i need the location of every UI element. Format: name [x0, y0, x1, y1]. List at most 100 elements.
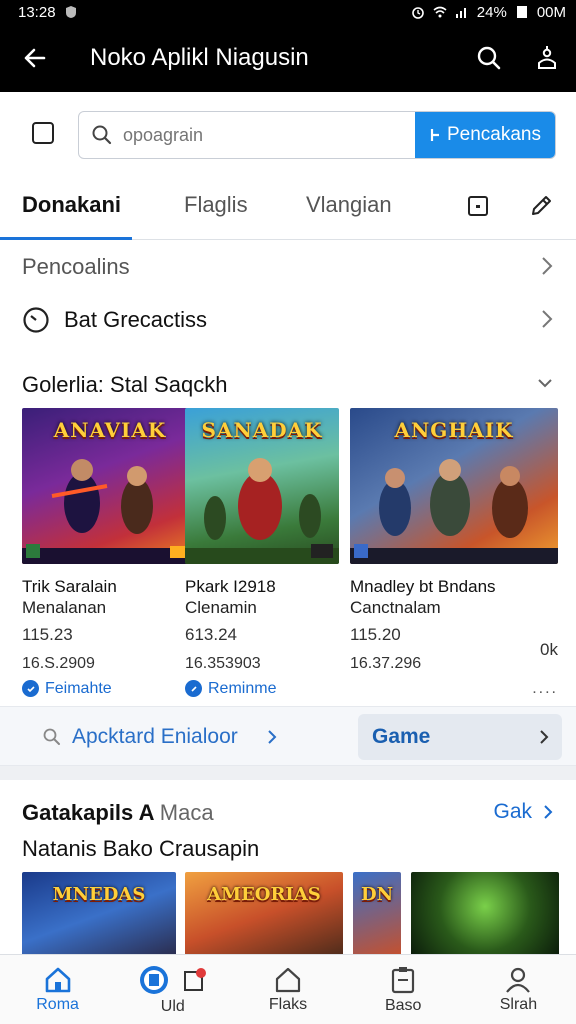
thumb-logo: MNEDAS	[52, 884, 146, 905]
game-date: 16.353903	[185, 655, 261, 672]
pencil-icon	[532, 196, 551, 215]
game-name: Mnadley bt Bndans	[350, 577, 496, 596]
battery-icon	[516, 6, 527, 18]
chevron-right-icon	[540, 730, 549, 744]
check-badge-icon	[22, 680, 39, 697]
game-thumbnail[interactable]: MNEDAS	[22, 872, 176, 958]
profile-icon	[506, 967, 531, 993]
game-thumbnail[interactable]: AMEORIAS	[185, 872, 343, 958]
more-options-button[interactable]: ....	[532, 678, 558, 699]
game-subtitle: Clenamin	[185, 598, 257, 617]
action-strip: Apcktard Enialoor Game	[0, 706, 576, 766]
nav-item-baso[interactable]: Baso	[346, 955, 461, 1024]
wifi-icon	[433, 6, 447, 18]
status-time: 13:28	[18, 3, 56, 21]
section-subtitle: Natanis Bako Crausapin	[22, 836, 260, 861]
game-card[interactable]: ANAVIAK Trik Saralain Menalanan 115.23 1…	[22, 408, 198, 699]
home-icon	[45, 967, 70, 992]
list-row-pencoalins[interactable]: Pencoalins	[0, 242, 576, 292]
game-price: 613.24	[185, 625, 237, 644]
page-title: Noko Aplikl Niagusin	[90, 44, 309, 71]
nav-label: Slrah	[499, 995, 538, 1013]
list-row-bat-grecactiss[interactable]: Bat Grecactiss	[0, 295, 576, 345]
game-link-label: Feimahte	[45, 680, 112, 697]
game-thumbnail[interactable]	[411, 872, 559, 958]
house-outline-icon	[275, 967, 301, 992]
search-box: Pencakans	[78, 111, 556, 159]
chevron-right-icon	[268, 730, 277, 744]
clock-icon	[23, 307, 49, 333]
game-link[interactable]: Reminme	[185, 678, 339, 699]
tab-donakani[interactable]: Donakani	[22, 192, 121, 218]
row-label: Pencoalins	[22, 254, 130, 279]
game-date: 16.S.2909	[22, 655, 95, 672]
game-subtitle: Canctnalam	[350, 598, 441, 617]
tab-vlangian[interactable]: Vlangian	[306, 192, 392, 218]
game-subtitle: Menalanan	[22, 598, 107, 617]
game-name: Trik Saralain	[22, 577, 117, 596]
game-art	[22, 459, 198, 564]
box-icon	[468, 196, 488, 216]
search-row: Pencakans	[0, 92, 576, 178]
section-title-light: Maca	[159, 800, 214, 825]
search-input[interactable]	[123, 124, 403, 146]
section-title: Golerlia: Stal Saqckh	[22, 372, 228, 397]
notification-icon	[183, 967, 206, 991]
game-card[interactable]: ANGHAIK Mnadley bt Bndans Canctnalam 115…	[350, 408, 558, 697]
user-share-icon	[538, 46, 556, 69]
back-button[interactable]	[0, 24, 70, 92]
nav-item-uld[interactable]: Uld	[115, 955, 230, 1024]
section-title: Gatakapils A Maca	[22, 800, 214, 826]
nav-label: Flaks	[268, 995, 308, 1013]
nav-label: Uld	[160, 997, 185, 1015]
game-thumbnail[interactable]: DN	[353, 872, 401, 958]
game-button[interactable]: Game	[358, 714, 562, 760]
clipboard-icon	[392, 966, 415, 993]
status-bar: 13:28 24% 00M	[0, 0, 576, 24]
thumb-logo: AMEORIAS	[207, 884, 321, 905]
search-button-label: Pencakans	[446, 124, 541, 145]
game-date: 16.37.296	[350, 655, 422, 672]
box-button[interactable]	[460, 188, 496, 224]
section-title-bold: Gatakapils A	[22, 800, 154, 825]
status-extra: 00M	[536, 3, 566, 21]
select-checkbox[interactable]	[32, 122, 54, 144]
game-price: 115.23	[22, 625, 73, 644]
apcktard-link[interactable]: Apcktard Enialoor	[16, 715, 346, 759]
nav-item-flaks[interactable]: Flaks	[230, 955, 345, 1024]
game-link-label: Reminme	[208, 680, 277, 697]
chevron-down-icon[interactable]	[536, 376, 554, 390]
cursor-icon	[430, 129, 439, 141]
signal-icon	[455, 8, 466, 18]
tab-flaglis[interactable]: Flaglis	[184, 192, 248, 218]
battery-percent: 24%	[476, 3, 507, 21]
search-icon	[43, 728, 60, 745]
game-card[interactable]: SANADAK Pkark I2918 Clenamin 613.24 16.3…	[185, 408, 339, 699]
chevron-right-icon	[542, 310, 553, 328]
see-more-label: Gak	[493, 800, 532, 823]
game-size: 0k	[540, 640, 558, 659]
game-cover-image: ANGHAIK	[350, 408, 558, 564]
share-button[interactable]	[518, 24, 576, 92]
active-tab-indicator	[0, 237, 132, 240]
search-icon	[477, 46, 501, 70]
game-button-label: Game	[372, 725, 431, 748]
nav-item-slrah[interactable]: Slrah	[461, 955, 576, 1024]
row-label: Bat Grecactiss	[64, 307, 208, 332]
chevron-right-icon	[542, 257, 553, 275]
search-submit-button[interactable]: Pencakans	[415, 112, 555, 158]
search-icon	[92, 125, 112, 145]
tab-bar: Donakani Flaglis Vlangian	[0, 178, 576, 240]
game-art	[350, 459, 558, 564]
shield-icon	[65, 6, 76, 18]
nav-label: Roma	[36, 995, 79, 1013]
edit-button[interactable]	[523, 188, 559, 224]
arrow-left-icon	[24, 48, 46, 68]
alarm-icon	[411, 7, 424, 19]
game-cover-image: ANAVIAK	[22, 408, 198, 564]
see-more-link[interactable]: Gak	[493, 800, 554, 824]
search-button[interactable]	[460, 24, 518, 92]
game-name: Pkark I2918	[185, 577, 276, 596]
nav-item-home[interactable]: Roma	[0, 955, 115, 1024]
game-link[interactable]: Feimahte	[22, 678, 198, 699]
